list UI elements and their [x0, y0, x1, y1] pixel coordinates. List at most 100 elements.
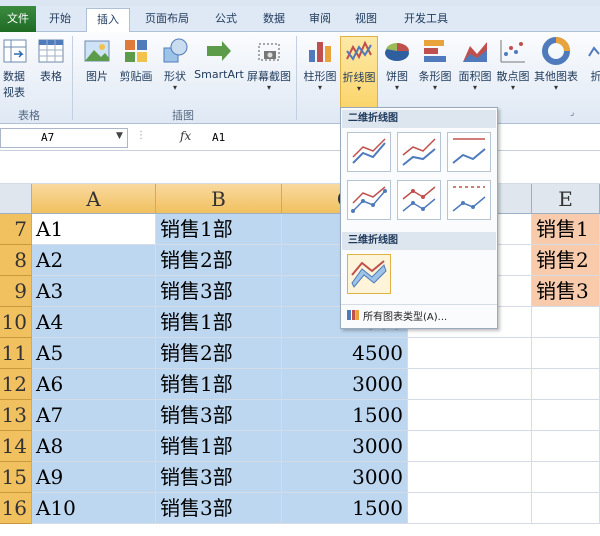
cell-b[interactable]: 销售2部 — [156, 245, 282, 276]
cell-d[interactable] — [408, 400, 532, 431]
cell-e[interactable] — [532, 307, 600, 338]
row-header[interactable]: 15 — [0, 462, 32, 493]
name-box-chevron-icon[interactable]: ▼ — [116, 131, 123, 141]
cell-c[interactable]: 4500 — [282, 338, 408, 369]
cell-c[interactable]: 3000 — [282, 369, 408, 400]
row-header[interactable]: 14 — [0, 431, 32, 462]
tab-insert[interactable]: 插入 — [86, 8, 130, 33]
tab-data[interactable]: 数据 — [254, 8, 294, 32]
cell-b[interactable]: 销售1部 — [156, 307, 282, 338]
screenshot-button[interactable]: 屏幕截图 ▾ — [246, 36, 292, 110]
cell-e[interactable]: 销售1 — [532, 214, 600, 245]
scatter-chart-button[interactable]: 散点图 ▾ — [494, 36, 532, 110]
row-header[interactable]: 8 — [0, 245, 32, 276]
pivot-table-button[interactable]: 数据 视表 — [0, 36, 28, 110]
3d-line-option[interactable] — [347, 254, 391, 294]
line-chart-button[interactable]: 折线图 ▾ — [340, 36, 378, 110]
cell-a[interactable]: A2 — [32, 245, 156, 276]
column-chart-button[interactable]: 柱形图 ▾ — [302, 36, 338, 110]
cell-e[interactable] — [532, 431, 600, 462]
cell-d[interactable] — [408, 493, 532, 524]
formula-input[interactable]: A1 — [212, 131, 225, 144]
all-chart-types-link[interactable]: 所有图表类型(A)... — [347, 308, 447, 323]
smartart-button[interactable]: SmartArt — [194, 36, 244, 110]
bar-chart-button[interactable]: 条形图 ▾ — [416, 36, 454, 110]
percent-stacked-line-markers-option[interactable] — [447, 180, 491, 220]
cell-e[interactable]: 销售3 — [532, 276, 600, 307]
column-header-e[interactable]: E — [532, 184, 600, 214]
cell-d[interactable] — [408, 338, 532, 369]
cell-b[interactable]: 销售1部 — [156, 214, 282, 245]
cell-d[interactable] — [408, 369, 532, 400]
tab-page-layout[interactable]: 页面布局 — [136, 8, 198, 32]
row-header[interactable]: 12 — [0, 369, 32, 400]
cell-c[interactable]: 3000 — [282, 462, 408, 493]
table-button[interactable]: 表格 — [34, 36, 68, 110]
cell-a[interactable]: A3 — [32, 276, 156, 307]
cell-b[interactable]: 销售3部 — [156, 493, 282, 524]
tab-view[interactable]: 视图 — [346, 8, 386, 32]
cell-e[interactable] — [532, 462, 600, 493]
worksheet-grid[interactable]: A B C E 7A1销售1部销售18A2销售2部销售29A3销售3部销售310… — [0, 184, 600, 536]
cell-d[interactable] — [408, 431, 532, 462]
column-header-a[interactable]: A — [32, 184, 156, 214]
cell-a[interactable]: A1 — [32, 214, 156, 245]
cell-c[interactable]: 1500 — [282, 493, 408, 524]
cell-c[interactable]: 1500 — [282, 400, 408, 431]
tab-developer[interactable]: 开发工具 — [394, 8, 458, 32]
cell-a[interactable]: A10 — [32, 493, 156, 524]
row-header[interactable]: 7 — [0, 214, 32, 245]
cell-a[interactable]: A6 — [32, 369, 156, 400]
cell-e[interactable] — [532, 338, 600, 369]
cell-b[interactable]: 销售1部 — [156, 369, 282, 400]
tab-review[interactable]: 审阅 — [300, 8, 340, 32]
tab-file[interactable]: 文件 — [0, 6, 36, 32]
stacked-line-markers-option[interactable] — [397, 180, 441, 220]
cell-a[interactable]: A5 — [32, 338, 156, 369]
dialog-launcher-icon[interactable]: ⌟ — [570, 108, 574, 118]
row-header[interactable]: 10 — [0, 307, 32, 338]
tab-formulas[interactable]: 公式 — [204, 8, 248, 32]
row-header[interactable]: 11 — [0, 338, 32, 369]
sparkline-button[interactable]: 折 — [586, 36, 600, 110]
cell-e[interactable] — [532, 369, 600, 400]
row-header[interactable]: 9 — [0, 276, 32, 307]
area-chart-button[interactable]: 面积图 ▾ — [456, 36, 494, 110]
cell-a[interactable]: A9 — [32, 462, 156, 493]
picture-button[interactable]: 图片 — [80, 36, 114, 110]
column-header-b[interactable]: B — [156, 184, 282, 214]
cell-a[interactable]: A8 — [32, 431, 156, 462]
ribbon-separator — [296, 36, 297, 120]
cell-d[interactable] — [408, 462, 532, 493]
picture-icon — [84, 40, 110, 62]
row-header[interactable]: 16 — [0, 493, 32, 524]
percent-stacked-line-option[interactable] — [447, 132, 491, 172]
cell-c[interactable]: 3000 — [282, 431, 408, 462]
rows-container: 7A1销售1部销售18A2销售2部销售29A3销售3部销售310A4销售1部15… — [0, 214, 600, 536]
cell-b[interactable]: 销售2部 — [156, 338, 282, 369]
row-header[interactable]: 13 — [0, 400, 32, 431]
scatter-chart-label: 散点图 — [496, 70, 530, 83]
name-box[interactable]: A7 — [0, 128, 128, 148]
stacked-line-option[interactable] — [397, 132, 441, 172]
line-markers-option[interactable] — [347, 180, 391, 220]
cell-b[interactable]: 销售1部 — [156, 431, 282, 462]
table-row: 11 A5 销售2部 4500 — [0, 338, 600, 369]
cell-e[interactable] — [532, 400, 600, 431]
pie-chart-button[interactable]: 饼图 ▾ — [380, 36, 414, 110]
tab-home[interactable]: 开始 — [40, 8, 80, 32]
select-all-corner[interactable] — [0, 184, 32, 214]
cell-a[interactable]: A4 — [32, 307, 156, 338]
chevron-down-icon: ▾ — [553, 83, 558, 92]
shapes-button[interactable]: 形状 ▾ — [158, 36, 192, 110]
line-chart-option[interactable] — [347, 132, 391, 172]
cell-e[interactable]: 销售2 — [532, 245, 600, 276]
cell-b[interactable]: 销售3部 — [156, 276, 282, 307]
cell-b[interactable]: 销售3部 — [156, 462, 282, 493]
other-charts-button[interactable]: 其他图表 ▾ — [532, 36, 580, 110]
cell-a[interactable]: A7 — [32, 400, 156, 431]
cell-b[interactable]: 销售3部 — [156, 400, 282, 431]
cell-e[interactable] — [532, 493, 600, 524]
insert-function-icon[interactable]: fx — [180, 129, 191, 143]
clipart-button[interactable]: 剪贴画 — [118, 36, 154, 110]
